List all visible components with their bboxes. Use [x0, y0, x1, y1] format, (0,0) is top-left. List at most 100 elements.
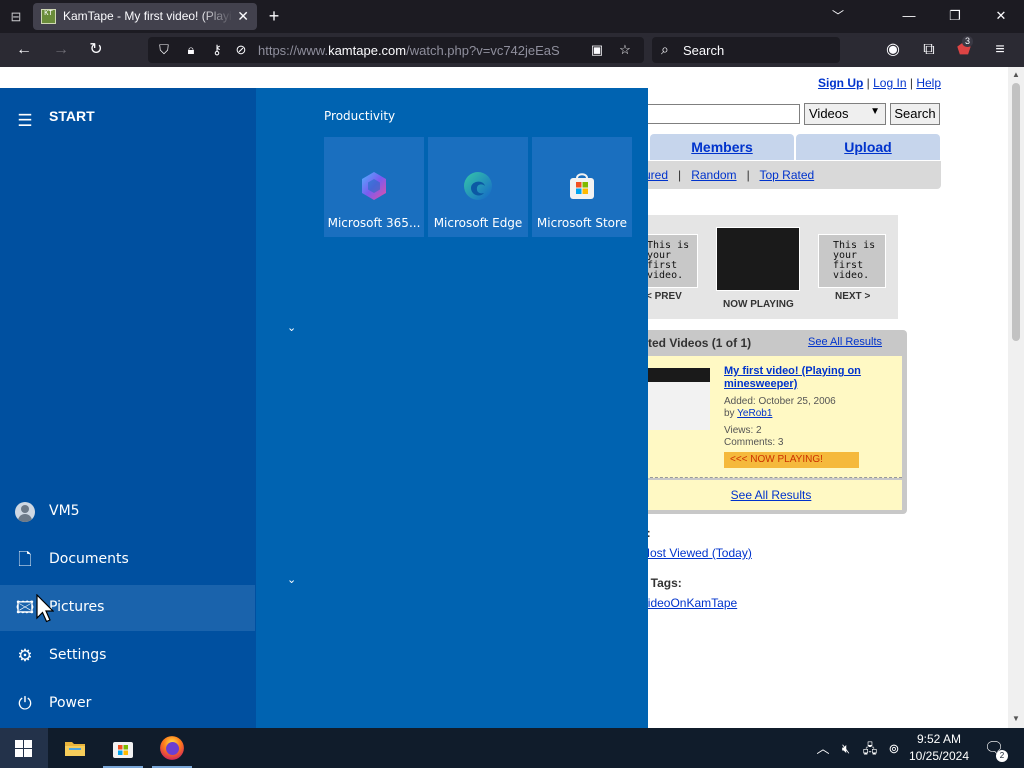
group-collapse-chevron-icon[interactable]: ⌄ — [287, 321, 296, 334]
url-bar[interactable]: ⛉ 🔒︎ ⚷ ⊘ https://www.kamtape.com/watch.p… — [148, 37, 644, 63]
start-user-vm5[interactable]: VM5 — [0, 489, 255, 535]
browser-tab-bar: ⊟ KT KamTape - My first video! (Playing … — [0, 0, 1024, 33]
now-playing-thumbnail — [716, 227, 800, 291]
close-window-icon[interactable]: ✕ — [990, 6, 1012, 26]
show-hidden-icons-chevron-icon[interactable]: ︿ — [814, 740, 832, 758]
tracking-shield-icon[interactable]: ⛉ — [155, 41, 173, 59]
related-video-title[interactable]: My first video! (Playing on minesweeper) — [724, 365, 874, 391]
tile-microsoft-365[interactable]: Microsoft 365... — [324, 137, 424, 237]
reader-view-icon[interactable]: ▣ — [588, 41, 606, 59]
site-search-button[interactable]: Search — [890, 103, 940, 125]
browser-search-box[interactable]: ⌕ Search — [652, 37, 840, 63]
minimize-icon[interactable]: — — [898, 6, 920, 26]
related-header: ted Videos (1 of 1) — [648, 336, 752, 350]
vpn-status-icon[interactable]: ⊚ — [885, 740, 903, 758]
reload-icon[interactable]: ↻ — [85, 40, 107, 60]
related-video-thumbnail[interactable] — [648, 368, 710, 430]
search-type-value: Videos — [809, 106, 849, 121]
tag-link-wrap: VideoOnKamTape — [640, 596, 737, 610]
see-all-results-footer-link[interactable]: See All Results — [731, 488, 812, 502]
search-icon: ⌕ — [661, 41, 669, 57]
firefox-icon — [160, 736, 184, 760]
start-item-documents[interactable]: 🗋︎ Documents — [0, 537, 255, 583]
browser-nav-bar: ← → ↻ ⛉ 🔒︎ ⚷ ⊘ https://www.kamtape.com/w… — [0, 33, 1024, 67]
help-link[interactable]: Help — [916, 76, 941, 90]
taskbar-clock[interactable]: 9:52 AM 10/25/2024 — [904, 731, 974, 765]
page-scrollbar[interactable]: ▲ ▼ — [1008, 67, 1024, 728]
related-video-item: My first video! (Playing on minesweeper)… — [640, 356, 902, 478]
start-item-settings[interactable]: ⚙︎ Settings — [0, 633, 255, 679]
scroll-down-icon[interactable]: ▼ — [1011, 714, 1021, 724]
start-expand-button[interactable]: ☰ START — [0, 93, 255, 139]
taskbar-file-explorer[interactable] — [51, 728, 99, 768]
tab-close-icon[interactable]: ✕ — [237, 8, 249, 24]
taskbar-firefox[interactable] — [148, 728, 196, 768]
bookmark-star-icon[interactable]: ☆ — [616, 41, 634, 59]
related-videos-panel: ted Videos (1 of 1) See All Results My f… — [640, 330, 907, 514]
top-rated-link[interactable]: Top Rated — [759, 168, 814, 182]
windows-logo-icon — [15, 740, 32, 757]
extensions-icon[interactable]: ⧉ — [918, 40, 940, 60]
user-name: VM5 — [49, 503, 80, 519]
related-author: by YeRob1 — [724, 408, 772, 419]
account-icon[interactable]: ◉ — [882, 40, 904, 60]
tile-microsoft-edge[interactable]: Microsoft Edge — [428, 137, 528, 237]
pictures-label: Pictures — [49, 599, 105, 615]
forward-icon[interactable]: → — [50, 40, 72, 60]
new-tab-icon[interactable]: + — [264, 6, 284, 26]
next-video-thumbnail[interactable]: This is your first video. — [818, 234, 886, 288]
next-label[interactable]: NEXT > — [835, 291, 870, 302]
now-playing-label: NOW PLAYING — [723, 299, 794, 310]
tile-label: Microsoft Edge — [433, 216, 523, 230]
related-footer: See All Results — [640, 480, 902, 510]
search-placeholder: Search — [683, 43, 725, 58]
see-all-results-link[interactable]: See All Results — [808, 336, 882, 348]
clock-date: 10/25/2024 — [908, 749, 970, 763]
menu-icon[interactable]: ≡ — [989, 40, 1011, 60]
sub-navigation: ured | Random | Top Rated — [640, 161, 941, 189]
taskbar-microsoft-store[interactable] — [99, 728, 147, 768]
author-link[interactable]: YeRob1 — [737, 408, 772, 419]
lock-icon[interactable]: 🔒︎ — [182, 41, 200, 59]
tab-title: KamTape - My first video! (Playing on mi… — [63, 9, 233, 23]
login-link[interactable]: Log In — [873, 76, 906, 90]
avatar — [15, 502, 35, 522]
kamtape-favicon-icon: KT — [41, 9, 56, 24]
autoplay-blocked-icon[interactable]: ⊘ — [232, 41, 250, 59]
volume-muted-icon[interactable]: 🔇︎ — [837, 740, 855, 758]
prev-video-thumbnail[interactable]: This is your first video. — [642, 234, 698, 288]
related-added: Added: October 25, 2006 — [724, 396, 836, 407]
hamburger-icon: ☰ — [17, 111, 33, 130]
start-item-power[interactable]: ⏻︎ Power — [0, 681, 255, 727]
start-button[interactable] — [0, 728, 48, 768]
tab-list-icon[interactable]: ⊟ — [6, 7, 26, 27]
edge-icon — [464, 172, 492, 200]
chevron-down-icon[interactable]: ﹀ — [832, 7, 844, 24]
documents-label: Documents — [49, 551, 129, 567]
taskbar: ︿ 🔇︎ 🖧︎ ⊚ 9:52 AM 10/25/2024 🗨︎ 2 — [0, 728, 1024, 768]
browser-tab[interactable]: KT KamTape - My first video! (Playing on… — [33, 3, 257, 30]
group-productivity-title[interactable]: Productivity — [324, 109, 395, 123]
network-icon[interactable]: 🖧︎ — [861, 740, 879, 758]
prev-label[interactable]: < PREV — [646, 291, 682, 302]
store-icon — [570, 173, 594, 199]
scroll-thumb[interactable] — [1012, 83, 1020, 341]
scroll-up-icon[interactable]: ▲ — [1011, 70, 1021, 80]
tab-members[interactable]: Members — [650, 134, 794, 160]
tag-link[interactable]: VideoOnKamTape — [640, 596, 737, 610]
random-link[interactable]: Random — [691, 168, 736, 182]
back-icon[interactable]: ← — [13, 40, 35, 60]
restore-icon[interactable]: ❐ — [944, 6, 966, 26]
url-text[interactable]: https://www.kamtape.com/watch.php?v=vc74… — [258, 43, 576, 58]
power-icon: ⏻︎ — [18, 694, 32, 713]
tab-upload[interactable]: Upload — [796, 134, 940, 160]
link-separator: | — [866, 76, 870, 90]
most-viewed-link[interactable]: Most Viewed (Today) — [640, 546, 752, 560]
permissions-icon[interactable]: ⚷ — [208, 41, 226, 59]
signup-link[interactable]: Sign Up — [818, 76, 863, 90]
tile-microsoft-store[interactable]: Microsoft Store — [532, 137, 632, 237]
search-type-select[interactable]: Videos ▼ — [804, 103, 886, 125]
group-collapse-chevron-icon[interactable]: ⌄ — [287, 573, 296, 586]
now-playing-badge: <<< NOW PLAYING! — [724, 452, 859, 468]
site-search-input[interactable] — [640, 104, 800, 124]
